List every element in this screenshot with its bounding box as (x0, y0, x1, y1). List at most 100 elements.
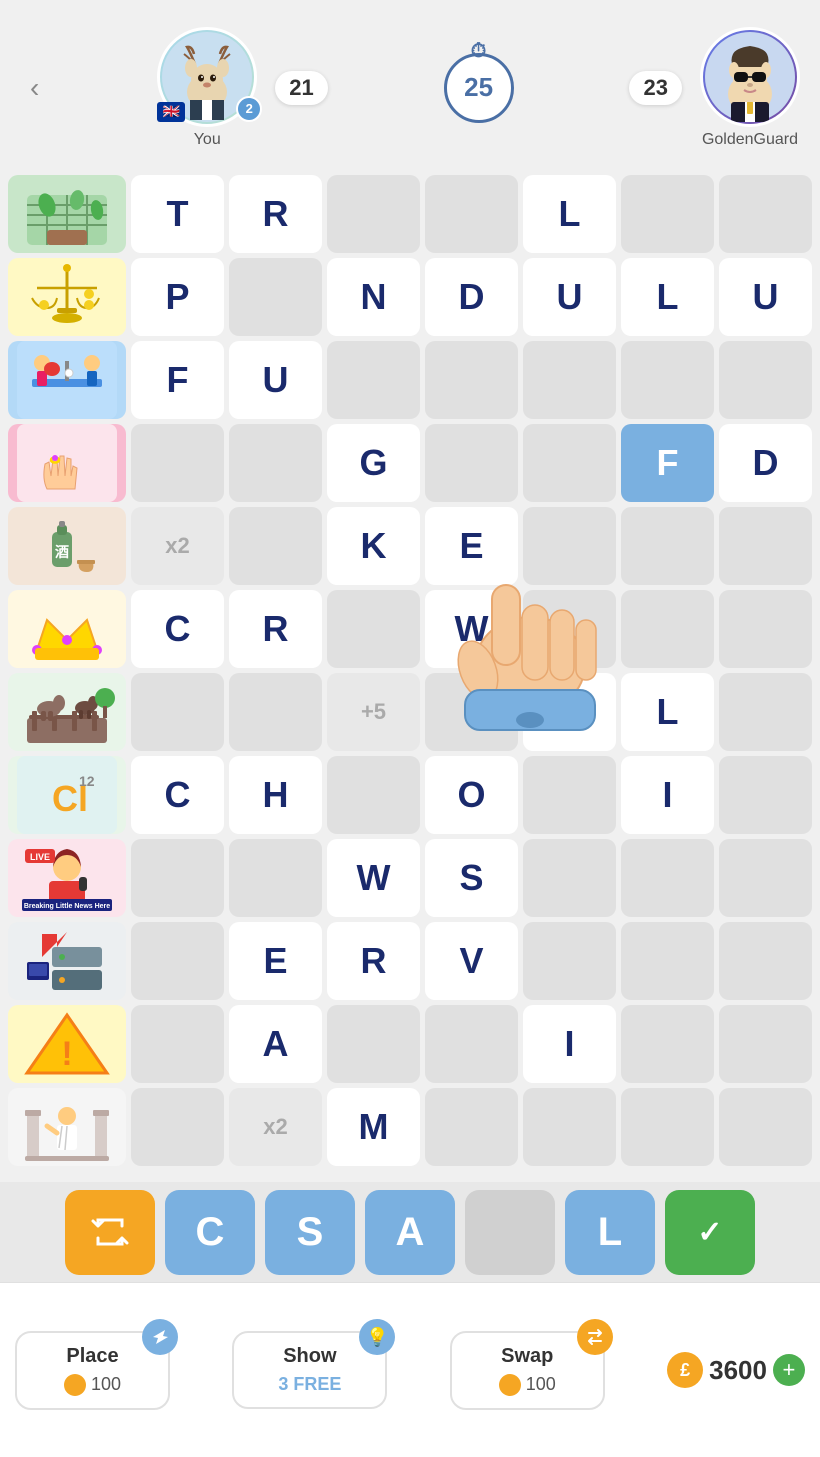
cell-r10c7[interactable] (719, 922, 812, 1000)
letter: M (359, 1106, 389, 1148)
cell-r11c4[interactable] (425, 1005, 518, 1083)
cell-r12c4[interactable] (425, 1088, 518, 1166)
cell-r2c6: L (621, 258, 714, 336)
cell-r1c5: L (523, 175, 616, 253)
cell-r8c7[interactable] (719, 756, 812, 834)
cell-r7c4[interactable] (425, 673, 518, 751)
cell-r9c7[interactable] (719, 839, 812, 917)
letter: P (165, 276, 189, 318)
score-value: 3600 (709, 1355, 767, 1386)
cell-r6c1: C (131, 590, 224, 668)
cell-r8c4: O (425, 756, 518, 834)
letter: D (753, 442, 779, 484)
clue-3 (8, 341, 126, 419)
score-coins: £ 3600 + (667, 1352, 805, 1388)
cell-r4c5[interactable] (523, 424, 616, 502)
place-button[interactable]: Place 100 (15, 1331, 170, 1410)
cell-r12c1[interactable] (131, 1088, 224, 1166)
cell-r12c5[interactable] (523, 1088, 616, 1166)
letter: L (657, 276, 679, 318)
tile-C[interactable]: C (165, 1190, 255, 1275)
cell-r10c3: R (327, 922, 420, 1000)
cell-r8c5[interactable] (523, 756, 616, 834)
score-coin-icon: £ (667, 1352, 703, 1388)
cell-r4c1[interactable] (131, 424, 224, 502)
cell-r5c7[interactable] (719, 507, 812, 585)
cell-r3c6[interactable] (621, 341, 714, 419)
cell-r4c6-selected[interactable]: F (621, 424, 714, 502)
multiplier: x2 (165, 533, 189, 559)
cell-r10c2: E (229, 922, 322, 1000)
cell-r7c6: L (621, 673, 714, 751)
cell-r3c4[interactable] (425, 341, 518, 419)
cell-r9c5[interactable] (523, 839, 616, 917)
cell-r9c6[interactable] (621, 839, 714, 917)
cell-r10c5[interactable] (523, 922, 616, 1000)
cell-r1c4[interactable] (425, 175, 518, 253)
cell-r2c1: P (131, 258, 224, 336)
cell-r1c3[interactable] (327, 175, 420, 253)
tile-A[interactable]: A (365, 1190, 455, 1275)
letter: L (657, 691, 679, 733)
confirm-tile[interactable]: ✓ (665, 1190, 755, 1275)
cell-r6c7[interactable] (719, 590, 812, 668)
cell-r1c1: T (131, 175, 224, 253)
avatar-opponent (700, 27, 800, 127)
cell-r6c3[interactable] (327, 590, 420, 668)
add-coins-button[interactable]: + (773, 1354, 805, 1386)
cell-r4c4[interactable] (425, 424, 518, 502)
svg-text:酒: 酒 (55, 544, 69, 560)
cell-r2c2[interactable] (229, 258, 322, 336)
cell-r3c7[interactable] (719, 341, 812, 419)
show-button[interactable]: 💡 Show 3 FREE (232, 1331, 387, 1409)
clue-6 (8, 590, 126, 668)
swap-tile[interactable] (65, 1190, 155, 1275)
cell-r8c6: I (621, 756, 714, 834)
letter: R (263, 608, 289, 650)
letter: U (263, 359, 289, 401)
letter: G (359, 442, 387, 484)
score-total: £ 3600 + (667, 1352, 805, 1388)
cell-r11c2: A (229, 1005, 322, 1083)
cell-r11c1[interactable] (131, 1005, 224, 1083)
tile-L[interactable]: L (565, 1190, 655, 1275)
cell-r6c5[interactable] (523, 590, 616, 668)
letter: R (263, 193, 289, 235)
show-free-count: 3 (278, 1374, 288, 1395)
cell-r1c6[interactable] (621, 175, 714, 253)
timer-value: 25 (464, 72, 493, 103)
cell-r5c6[interactable] (621, 507, 714, 585)
tile-empty[interactable] (465, 1190, 555, 1275)
cell-r11c7[interactable] (719, 1005, 812, 1083)
cell-r8c3[interactable] (327, 756, 420, 834)
swap-cost: 100 (499, 1374, 556, 1396)
clue-10 (8, 922, 126, 1000)
swap-button[interactable]: Swap 100 (450, 1331, 605, 1410)
cell-r12c6[interactable] (621, 1088, 714, 1166)
cell-r5c2[interactable] (229, 507, 322, 585)
cell-r7c2[interactable] (229, 673, 322, 751)
cell-r7c7[interactable] (719, 673, 812, 751)
cell-r1c7[interactable] (719, 175, 812, 253)
place-label: Place (66, 1345, 118, 1368)
back-button[interactable]: ‹ (20, 67, 49, 109)
cell-r11c3[interactable] (327, 1005, 420, 1083)
letter: E (459, 525, 483, 567)
cell-r5c5[interactable] (523, 507, 616, 585)
cell-r7c1[interactable] (131, 673, 224, 751)
cell-r12c7[interactable] (719, 1088, 812, 1166)
cell-r10c6[interactable] (621, 922, 714, 1000)
cell-r9c1[interactable] (131, 839, 224, 917)
tile-S[interactable]: S (265, 1190, 355, 1275)
cell-r11c6[interactable] (621, 1005, 714, 1083)
cell-r9c2[interactable] (229, 839, 322, 917)
cell-r6c6[interactable] (621, 590, 714, 668)
cell-r3c5[interactable] (523, 341, 616, 419)
letter: D (459, 276, 485, 318)
letter: A (557, 691, 583, 733)
cell-r10c1[interactable] (131, 922, 224, 1000)
header: ‹ (0, 0, 820, 175)
letter: R (361, 940, 387, 982)
cell-r3c3[interactable] (327, 341, 420, 419)
cell-r4c2[interactable] (229, 424, 322, 502)
